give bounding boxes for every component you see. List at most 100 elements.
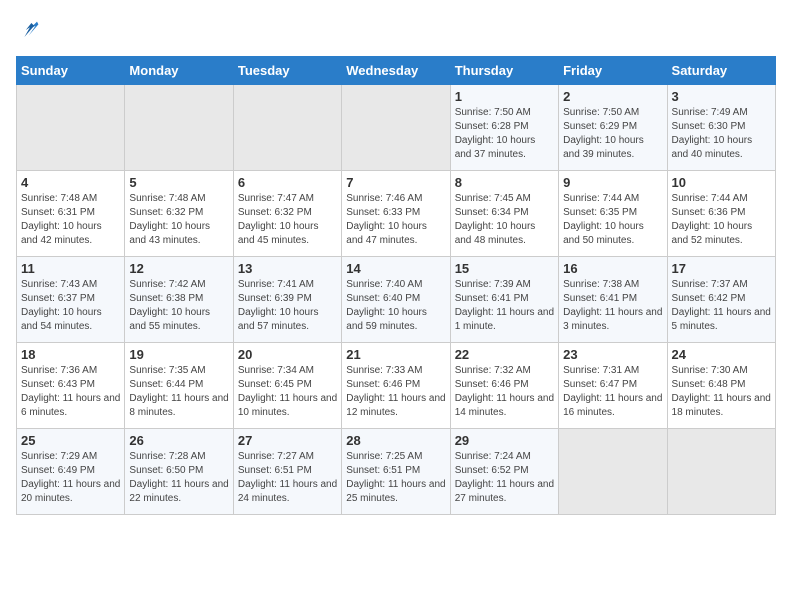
day-info: Sunrise: 7:29 AMSunset: 6:49 PMDaylight:…: [21, 451, 120, 504]
calendar-cell: 1 Sunrise: 7:50 AMSunset: 6:28 PMDayligh…: [450, 85, 558, 171]
calendar-cell: 14 Sunrise: 7:40 AMSunset: 6:40 PMDaylig…: [342, 257, 450, 343]
calendar-cell: 4 Sunrise: 7:48 AMSunset: 6:31 PMDayligh…: [17, 171, 125, 257]
calendar-cell: 5 Sunrise: 7:48 AMSunset: 6:32 PMDayligh…: [125, 171, 233, 257]
calendar-cell: 10 Sunrise: 7:44 AMSunset: 6:36 PMDaylig…: [667, 171, 775, 257]
calendar-cell: 2 Sunrise: 7:50 AMSunset: 6:29 PMDayligh…: [559, 85, 667, 171]
calendar-cell: [667, 429, 775, 515]
day-info: Sunrise: 7:37 AMSunset: 6:42 PMDaylight:…: [672, 279, 771, 332]
day-number: 23: [563, 347, 662, 362]
weekday-header-wednesday: Wednesday: [342, 57, 450, 85]
weekday-header-row: SundayMondayTuesdayWednesdayThursdayFrid…: [17, 57, 776, 85]
day-info: Sunrise: 7:50 AMSunset: 6:28 PMDaylight:…: [455, 107, 536, 160]
day-number: 5: [129, 175, 228, 190]
calendar-week-3: 11 Sunrise: 7:43 AMSunset: 6:37 PMDaylig…: [17, 257, 776, 343]
day-info: Sunrise: 7:43 AMSunset: 6:37 PMDaylight:…: [21, 279, 102, 332]
calendar-week-2: 4 Sunrise: 7:48 AMSunset: 6:31 PMDayligh…: [17, 171, 776, 257]
logo-icon: [16, 16, 44, 44]
day-info: Sunrise: 7:31 AMSunset: 6:47 PMDaylight:…: [563, 365, 662, 418]
day-number: 26: [129, 433, 228, 448]
weekday-header-friday: Friday: [559, 57, 667, 85]
day-info: Sunrise: 7:41 AMSunset: 6:39 PMDaylight:…: [238, 279, 319, 332]
day-number: 2: [563, 89, 662, 104]
calendar-cell: 22 Sunrise: 7:32 AMSunset: 6:46 PMDaylig…: [450, 343, 558, 429]
day-info: Sunrise: 7:48 AMSunset: 6:31 PMDaylight:…: [21, 193, 102, 246]
calendar-cell: 28 Sunrise: 7:25 AMSunset: 6:51 PMDaylig…: [342, 429, 450, 515]
day-info: Sunrise: 7:24 AMSunset: 6:52 PMDaylight:…: [455, 451, 554, 504]
weekday-header-thursday: Thursday: [450, 57, 558, 85]
day-info: Sunrise: 7:48 AMSunset: 6:32 PMDaylight:…: [129, 193, 210, 246]
calendar-cell: [559, 429, 667, 515]
day-number: 8: [455, 175, 554, 190]
calendar-cell: 3 Sunrise: 7:49 AMSunset: 6:30 PMDayligh…: [667, 85, 775, 171]
day-number: 15: [455, 261, 554, 276]
day-number: 21: [346, 347, 445, 362]
calendar-week-5: 25 Sunrise: 7:29 AMSunset: 6:49 PMDaylig…: [17, 429, 776, 515]
logo: [16, 16, 48, 44]
calendar-cell: 27 Sunrise: 7:27 AMSunset: 6:51 PMDaylig…: [233, 429, 341, 515]
day-info: Sunrise: 7:44 AMSunset: 6:35 PMDaylight:…: [563, 193, 644, 246]
calendar-cell: 23 Sunrise: 7:31 AMSunset: 6:47 PMDaylig…: [559, 343, 667, 429]
day-number: 28: [346, 433, 445, 448]
day-info: Sunrise: 7:45 AMSunset: 6:34 PMDaylight:…: [455, 193, 536, 246]
day-info: Sunrise: 7:30 AMSunset: 6:48 PMDaylight:…: [672, 365, 771, 418]
page-header: [16, 16, 776, 44]
calendar-cell: 9 Sunrise: 7:44 AMSunset: 6:35 PMDayligh…: [559, 171, 667, 257]
day-info: Sunrise: 7:47 AMSunset: 6:32 PMDaylight:…: [238, 193, 319, 246]
calendar-table: SundayMondayTuesdayWednesdayThursdayFrid…: [16, 56, 776, 515]
calendar-cell: 6 Sunrise: 7:47 AMSunset: 6:32 PMDayligh…: [233, 171, 341, 257]
calendar-cell: [125, 85, 233, 171]
calendar-cell: 8 Sunrise: 7:45 AMSunset: 6:34 PMDayligh…: [450, 171, 558, 257]
day-number: 16: [563, 261, 662, 276]
day-info: Sunrise: 7:25 AMSunset: 6:51 PMDaylight:…: [346, 451, 445, 504]
day-number: 14: [346, 261, 445, 276]
calendar-cell: 18 Sunrise: 7:36 AMSunset: 6:43 PMDaylig…: [17, 343, 125, 429]
calendar-cell: 20 Sunrise: 7:34 AMSunset: 6:45 PMDaylig…: [233, 343, 341, 429]
weekday-header-saturday: Saturday: [667, 57, 775, 85]
day-info: Sunrise: 7:32 AMSunset: 6:46 PMDaylight:…: [455, 365, 554, 418]
day-number: 13: [238, 261, 337, 276]
day-number: 3: [672, 89, 771, 104]
day-info: Sunrise: 7:40 AMSunset: 6:40 PMDaylight:…: [346, 279, 427, 332]
day-info: Sunrise: 7:34 AMSunset: 6:45 PMDaylight:…: [238, 365, 337, 418]
calendar-cell: [342, 85, 450, 171]
calendar-week-4: 18 Sunrise: 7:36 AMSunset: 6:43 PMDaylig…: [17, 343, 776, 429]
day-number: 20: [238, 347, 337, 362]
calendar-cell: 24 Sunrise: 7:30 AMSunset: 6:48 PMDaylig…: [667, 343, 775, 429]
day-info: Sunrise: 7:42 AMSunset: 6:38 PMDaylight:…: [129, 279, 210, 332]
day-info: Sunrise: 7:36 AMSunset: 6:43 PMDaylight:…: [21, 365, 120, 418]
calendar-cell: 26 Sunrise: 7:28 AMSunset: 6:50 PMDaylig…: [125, 429, 233, 515]
day-number: 10: [672, 175, 771, 190]
calendar-cell: 16 Sunrise: 7:38 AMSunset: 6:41 PMDaylig…: [559, 257, 667, 343]
day-info: Sunrise: 7:50 AMSunset: 6:29 PMDaylight:…: [563, 107, 644, 160]
day-number: 4: [21, 175, 120, 190]
weekday-header-sunday: Sunday: [17, 57, 125, 85]
calendar-cell: 13 Sunrise: 7:41 AMSunset: 6:39 PMDaylig…: [233, 257, 341, 343]
day-number: 1: [455, 89, 554, 104]
day-info: Sunrise: 7:49 AMSunset: 6:30 PMDaylight:…: [672, 107, 753, 160]
day-number: 11: [21, 261, 120, 276]
day-number: 19: [129, 347, 228, 362]
day-info: Sunrise: 7:46 AMSunset: 6:33 PMDaylight:…: [346, 193, 427, 246]
day-number: 17: [672, 261, 771, 276]
day-info: Sunrise: 7:27 AMSunset: 6:51 PMDaylight:…: [238, 451, 337, 504]
day-info: Sunrise: 7:38 AMSunset: 6:41 PMDaylight:…: [563, 279, 662, 332]
calendar-cell: 21 Sunrise: 7:33 AMSunset: 6:46 PMDaylig…: [342, 343, 450, 429]
day-number: 29: [455, 433, 554, 448]
day-number: 18: [21, 347, 120, 362]
day-info: Sunrise: 7:35 AMSunset: 6:44 PMDaylight:…: [129, 365, 228, 418]
day-number: 24: [672, 347, 771, 362]
calendar-cell: 15 Sunrise: 7:39 AMSunset: 6:41 PMDaylig…: [450, 257, 558, 343]
day-info: Sunrise: 7:33 AMSunset: 6:46 PMDaylight:…: [346, 365, 445, 418]
day-info: Sunrise: 7:44 AMSunset: 6:36 PMDaylight:…: [672, 193, 753, 246]
day-number: 27: [238, 433, 337, 448]
weekday-header-tuesday: Tuesday: [233, 57, 341, 85]
calendar-cell: [233, 85, 341, 171]
calendar-cell: 17 Sunrise: 7:37 AMSunset: 6:42 PMDaylig…: [667, 257, 775, 343]
day-number: 12: [129, 261, 228, 276]
calendar-cell: 19 Sunrise: 7:35 AMSunset: 6:44 PMDaylig…: [125, 343, 233, 429]
day-number: 7: [346, 175, 445, 190]
day-number: 22: [455, 347, 554, 362]
day-number: 6: [238, 175, 337, 190]
day-info: Sunrise: 7:39 AMSunset: 6:41 PMDaylight:…: [455, 279, 554, 332]
calendar-cell: [17, 85, 125, 171]
